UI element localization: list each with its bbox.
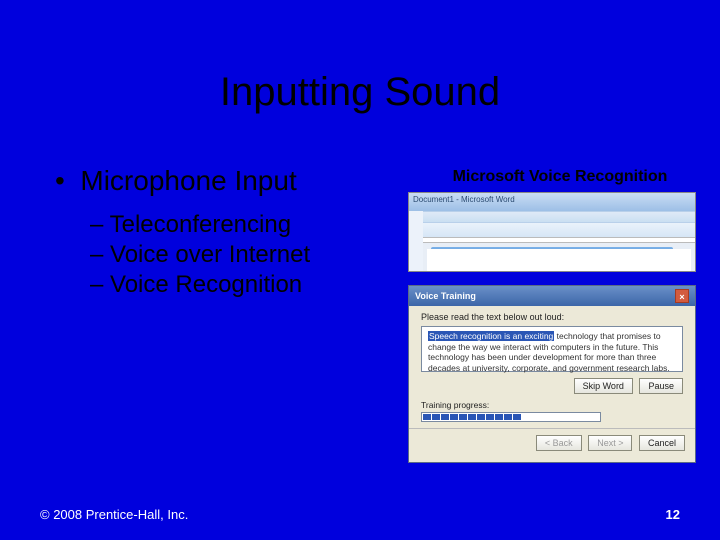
dialog-footer: < Back Next > Cancel — [409, 428, 695, 457]
word-ruler — [409, 237, 695, 243]
cancel-button[interactable]: Cancel — [639, 435, 685, 451]
back-button[interactable]: < Back — [536, 435, 582, 451]
dialog-titlebar: Voice Training × — [409, 286, 695, 306]
word-toolbar — [409, 223, 695, 237]
bullet-main: • Microphone Input — [55, 165, 297, 197]
sub-2: Voice over Internet — [110, 241, 310, 268]
copyright-text: © 2008 Prentice-Hall, Inc. — [40, 507, 188, 522]
page-number: 12 — [666, 507, 680, 522]
close-icon[interactable]: × — [675, 289, 689, 303]
progress-bar — [421, 412, 601, 422]
word-screenshot: Document1 - Microsoft Word — [408, 192, 696, 272]
sub-1: Teleconferencing — [110, 211, 291, 238]
bullet-main-text: Microphone Input — [80, 165, 296, 196]
dialog-title-text: Voice Training — [415, 291, 476, 301]
word-menubar — [409, 211, 695, 223]
progress-label: Training progress: — [421, 400, 683, 410]
training-highlight: Speech recognition is an exciting — [428, 331, 554, 341]
image-caption: Microsoft Voice Recognition — [430, 168, 690, 186]
word-page — [427, 249, 691, 271]
pause-button[interactable]: Pause — [639, 378, 683, 394]
sub-3: Voice Recognition — [110, 271, 302, 298]
voice-training-dialog: Voice Training × Please read the text be… — [408, 285, 696, 463]
slide-title: Inputting Sound — [0, 70, 720, 115]
word-titlebar: Document1 - Microsoft Word — [409, 193, 695, 211]
next-button[interactable]: Next > — [588, 435, 632, 451]
sub-bullets: – Teleconferencing – Voice over Internet… — [90, 210, 310, 300]
instruction-text: Please read the text below out loud: — [421, 312, 683, 322]
word-margin — [409, 211, 423, 271]
skip-word-button[interactable]: Skip Word — [574, 378, 633, 394]
training-text: Speech recognition is an exciting techno… — [421, 326, 683, 372]
